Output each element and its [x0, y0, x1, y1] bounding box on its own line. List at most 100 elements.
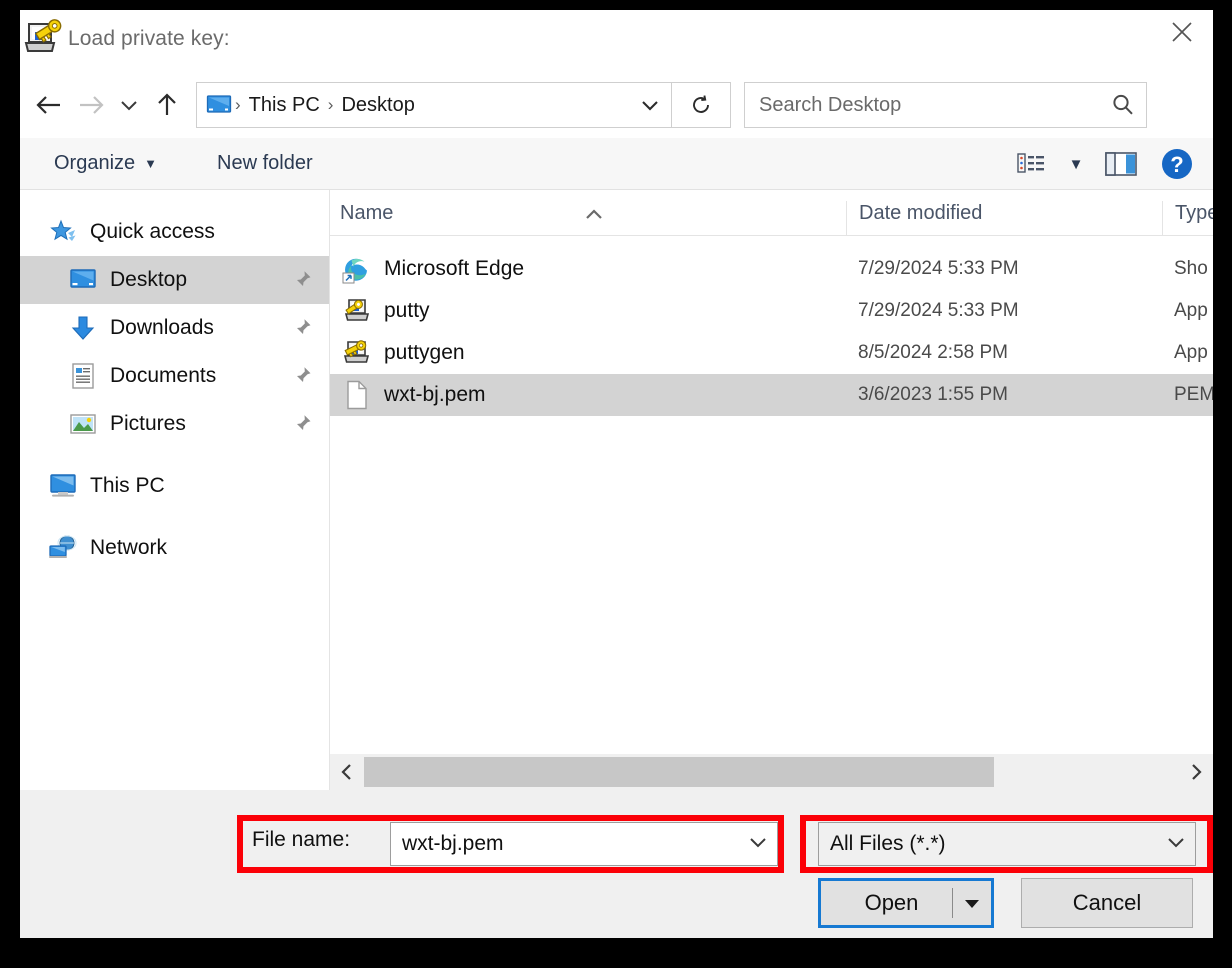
file-rows: Microsoft Edge 7/29/2024 5:33 PM Sho put…	[330, 248, 1213, 416]
svg-text:?: ?	[1170, 152, 1183, 177]
new-folder-label: New folder	[217, 152, 313, 174]
table-row[interactable]: Microsoft Edge 7/29/2024 5:33 PM Sho	[330, 248, 1213, 290]
chevron-left-icon	[341, 764, 351, 780]
pin-icon[interactable]	[291, 365, 313, 387]
preview-pane-button[interactable]	[1093, 138, 1149, 190]
desktop-monitor-icon	[206, 94, 232, 116]
scrollbar-thumb[interactable]	[364, 757, 994, 787]
puttygen-key-icon	[23, 19, 63, 57]
view-options-button[interactable]	[1003, 138, 1059, 190]
file-date-cell: 7/29/2024 5:33 PM	[858, 258, 1019, 279]
column-header-type[interactable]: Type	[1162, 201, 1213, 235]
refresh-icon	[693, 95, 709, 113]
sidebar-item-label: Pictures	[110, 412, 186, 435]
screen-root: Load private key: › This PC › Desktop Se…	[0, 0, 1232, 968]
column-header-label: Type	[1175, 202, 1213, 224]
new-folder-button[interactable]: New folder	[211, 148, 319, 179]
table-row[interactable]: putty 7/29/2024 5:33 PM App	[330, 290, 1213, 332]
sidebar-item-this-pc[interactable]: This PC	[20, 462, 329, 510]
file-list-pane: Name Date modified Type	[330, 190, 1213, 790]
file-name-cell: putty	[330, 297, 846, 325]
scroll-right-button[interactable]	[1179, 754, 1213, 790]
edge-shortcut-icon	[340, 254, 374, 284]
file-date-cell: 7/29/2024 5:33 PM	[858, 300, 1019, 321]
search-icon[interactable]	[1110, 92, 1136, 118]
table-row[interactable]: puttygen 8/5/2024 2:58 PM App	[330, 332, 1213, 374]
pin-icon[interactable]	[291, 269, 313, 291]
sidebar-item-label: Downloads	[110, 316, 214, 339]
chevron-down-icon[interactable]	[1165, 834, 1187, 855]
file-name-label: putty	[384, 299, 430, 322]
column-headers: Name Date modified Type	[330, 190, 1213, 236]
search-input[interactable]: Search Desktop	[759, 94, 1110, 117]
refresh-button[interactable]	[672, 82, 731, 128]
sidebar-divider	[20, 510, 329, 524]
recent-locations-button[interactable]	[112, 84, 146, 126]
back-arrow-icon	[36, 96, 60, 114]
documents-icon	[68, 362, 98, 390]
toolbar-right-group: ▼ ?	[1003, 138, 1205, 190]
breadcrumb-desktop[interactable]: Desktop	[334, 94, 421, 117]
pin-icon[interactable]	[291, 317, 313, 339]
load-private-key-dialog: Load private key: › This PC › Desktop Se…	[20, 10, 1213, 938]
chevron-down-icon[interactable]	[747, 834, 769, 855]
navigation-bar: › This PC › Desktop Search Desktop	[20, 72, 1213, 138]
breadcrumb-separator: ›	[235, 95, 241, 114]
help-button[interactable]: ?	[1149, 138, 1205, 190]
view-options-dropdown[interactable]: ▼	[1059, 138, 1093, 190]
star-quick-access-icon	[48, 219, 78, 245]
address-bar[interactable]: › This PC › Desktop	[196, 82, 672, 128]
up-button[interactable]	[146, 84, 188, 126]
sidebar-item-desktop[interactable]: Desktop	[20, 256, 329, 304]
chevron-down-icon	[642, 101, 658, 111]
forward-arrow-icon	[80, 96, 104, 114]
sidebar-item-pictures[interactable]: Pictures	[20, 400, 329, 448]
table-row[interactable]: wxt-bj.pem 3/6/2023 1:55 PM PEM	[330, 374, 1213, 416]
breadcrumb-this-pc[interactable]: This PC	[242, 94, 327, 117]
pictures-icon	[68, 412, 98, 436]
network-icon	[48, 535, 78, 561]
breadcrumb-separator: ›	[327, 95, 334, 114]
this-pc-icon	[48, 473, 78, 499]
sidebar-item-network[interactable]: Network	[20, 524, 329, 572]
file-type-cell: Sho	[1174, 258, 1208, 279]
dialog-title: Load private key:	[68, 27, 230, 50]
file-name-cell: wxt-bj.pem	[330, 380, 846, 410]
title-bar: Load private key:	[20, 10, 1213, 72]
close-button[interactable]	[1151, 10, 1213, 54]
search-box[interactable]: Search Desktop	[744, 82, 1147, 128]
file-type-cell: PEM	[1174, 384, 1213, 405]
sidebar-item-quick-access[interactable]: Quick access	[20, 208, 329, 256]
up-arrow-icon	[158, 93, 176, 115]
scrollbar-track[interactable]	[364, 754, 1179, 790]
file-name-label: puttygen	[384, 341, 465, 364]
column-header-date-modified[interactable]: Date modified	[846, 201, 1162, 235]
scroll-left-button[interactable]	[330, 754, 364, 790]
file-date-cell: 8/5/2024 2:58 PM	[858, 342, 1008, 363]
chevron-right-icon	[1192, 764, 1202, 780]
address-dropdown-button[interactable]	[639, 97, 661, 113]
chevron-down-icon	[121, 101, 137, 111]
organize-button[interactable]: Organize ▼	[48, 148, 163, 179]
sort-ascending-icon	[582, 205, 606, 228]
sidebar-item-downloads[interactable]: Downloads	[20, 304, 329, 352]
file-name-cell: Microsoft Edge	[330, 254, 846, 284]
sidebar-item-label: Documents	[110, 364, 217, 387]
file-type-filter[interactable]: All Files (*.*)	[818, 822, 1196, 866]
pin-icon[interactable]	[291, 413, 313, 435]
back-button[interactable]	[28, 84, 70, 126]
sidebar-item-label: Quick access	[90, 220, 215, 243]
open-dropdown-arrow[interactable]	[953, 895, 991, 911]
open-button[interactable]: Open	[818, 878, 994, 928]
horizontal-scrollbar[interactable]	[330, 754, 1213, 790]
puttygen-key-icon	[340, 339, 374, 367]
file-name-input[interactable]: wxt-bj.pem	[390, 822, 778, 866]
sidebar-item-documents[interactable]: Documents	[20, 352, 329, 400]
column-header-label: Name	[340, 202, 394, 224]
dialog-body: Quick access Desktop Downloads Documents…	[20, 190, 1213, 790]
column-header-name[interactable]: Name	[330, 201, 846, 235]
file-date-cell: 3/6/2023 1:55 PM	[858, 384, 1008, 405]
sidebar-item-label: Network	[90, 536, 168, 559]
forward-button[interactable]	[70, 84, 112, 126]
cancel-button[interactable]: Cancel	[1021, 878, 1193, 928]
